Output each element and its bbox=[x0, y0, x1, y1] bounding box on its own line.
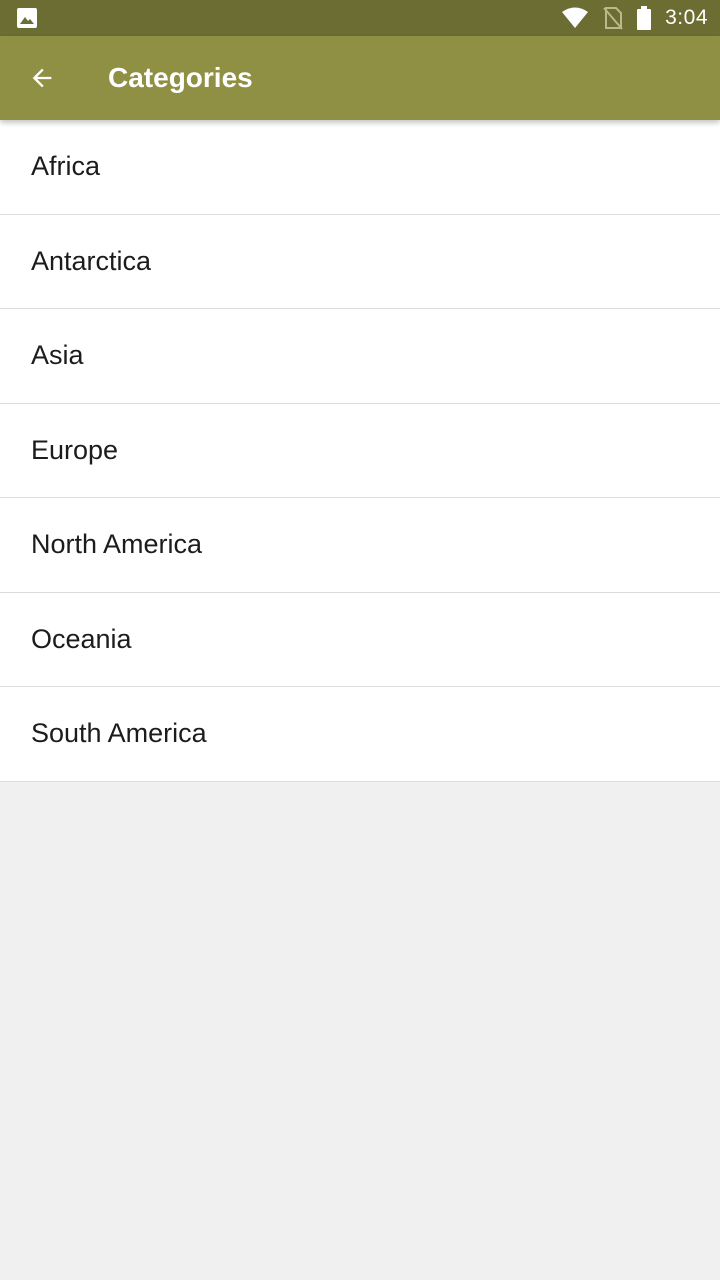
image-notification-icon bbox=[16, 7, 38, 29]
list-item-africa[interactable]: Africa bbox=[0, 120, 720, 215]
list-item-antarctica[interactable]: Antarctica bbox=[0, 214, 720, 309]
list-item-label: Asia bbox=[31, 340, 84, 371]
no-sim-icon bbox=[603, 6, 623, 30]
screen: 3:04 Categories Africa Antarctica Asia E… bbox=[0, 0, 720, 1280]
app-bar: Categories bbox=[0, 36, 720, 120]
list-item-north-america[interactable]: North America bbox=[0, 498, 720, 593]
battery-icon bbox=[637, 6, 652, 30]
list-item-label: South America bbox=[31, 718, 207, 749]
list-item-label: Oceania bbox=[31, 623, 132, 654]
list-item-oceania[interactable]: Oceania bbox=[0, 592, 720, 687]
list-item-europe[interactable]: Europe bbox=[0, 403, 720, 498]
category-list: Africa Antarctica Asia Europe North Amer… bbox=[0, 120, 720, 782]
status-icons: 3:04 bbox=[561, 0, 708, 36]
list-item-label: Europe bbox=[31, 434, 119, 465]
list-item-label: Antarctica bbox=[31, 245, 152, 276]
status-time: 3:04 bbox=[665, 6, 708, 29]
list-item-label: North America bbox=[31, 529, 203, 560]
wifi-icon bbox=[561, 7, 589, 29]
status-bar: 3:04 bbox=[0, 0, 720, 36]
list-item-south-america[interactable]: South America bbox=[0, 687, 720, 782]
list-item-label: Africa bbox=[31, 151, 101, 182]
page-title: Categories bbox=[108, 62, 253, 93]
list-item-asia[interactable]: Asia bbox=[0, 309, 720, 404]
back-button[interactable] bbox=[18, 54, 66, 102]
arrow-back-icon bbox=[32, 68, 52, 88]
